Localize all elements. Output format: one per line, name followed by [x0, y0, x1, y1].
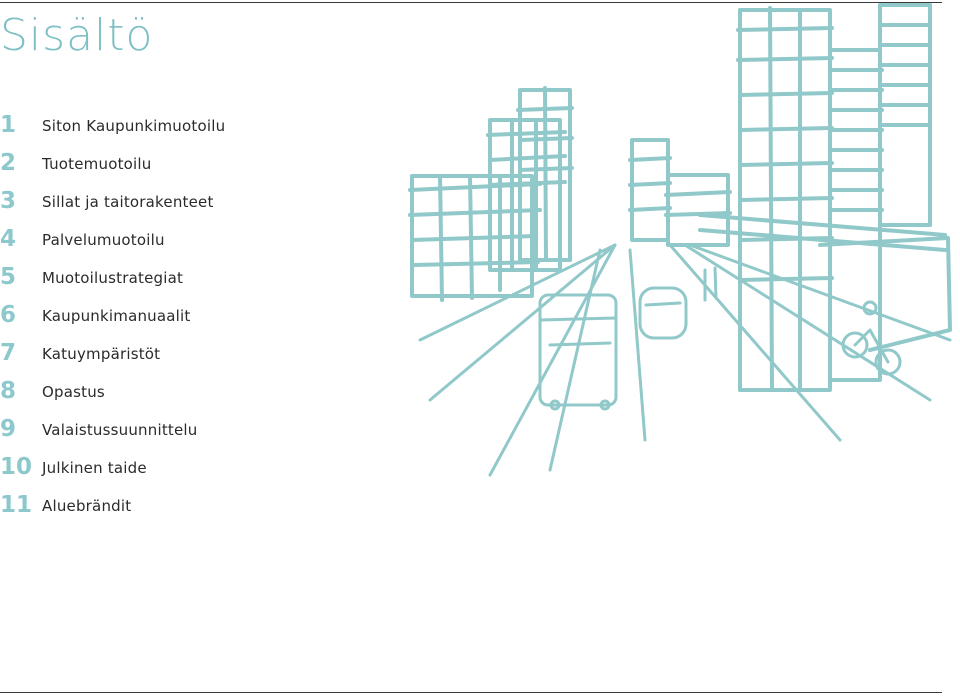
toc-number: 3 — [0, 188, 17, 214]
toc-label[interactable]: Kaupunkimanuaalit — [42, 306, 190, 326]
toc-label[interactable]: Aluebrändit — [42, 496, 131, 516]
toc-label[interactable]: Tuotemuotoilu — [42, 154, 151, 174]
toc-number: 8 — [0, 378, 17, 404]
bottom-rule — [0, 692, 942, 693]
toc-item[interactable]: 5 Muotoilustrategiat — [0, 262, 380, 300]
toc-item[interactable]: 11 Aluebrändit — [0, 490, 380, 528]
toc-number: 7 — [0, 340, 17, 366]
toc-number: 11 — [0, 492, 33, 518]
toc-number: 2 — [0, 150, 17, 176]
toc-number: 1 — [0, 112, 17, 138]
toc-item[interactable]: 7 Katuympäristöt — [0, 338, 380, 376]
toc-item[interactable]: 1 Siton Kaupunkimuotoilu — [0, 110, 380, 148]
toc-number: 10 — [0, 454, 33, 480]
page-title: Sisältö — [0, 10, 154, 61]
toc-item[interactable]: 3 Sillat ja taitorakenteet — [0, 186, 380, 224]
toc-item[interactable]: 2 Tuotemuotoilu — [0, 148, 380, 186]
toc-item[interactable]: 6 Kaupunkimanuaalit — [0, 300, 380, 338]
toc-item[interactable]: 4 Palvelumuotoilu — [0, 224, 380, 262]
toc-label[interactable]: Siton Kaupunkimuotoilu — [42, 116, 225, 136]
toc-item[interactable]: 10 Julkinen taide — [0, 452, 380, 490]
toc-label[interactable]: Valaistussuunnittelu — [42, 420, 198, 440]
toc-number: 4 — [0, 226, 17, 252]
city-street-sketch-icon — [408, 3, 952, 477]
toc-label[interactable]: Katuympäristöt — [42, 344, 160, 364]
toc-number: 6 — [0, 302, 17, 328]
toc-label[interactable]: Muotoilustrategiat — [42, 268, 183, 288]
table-of-contents: 1 Siton Kaupunkimuotoilu 2 Tuotemuotoilu… — [0, 110, 380, 528]
toc-label[interactable]: Julkinen taide — [42, 458, 147, 478]
toc-label[interactable]: Palvelumuotoilu — [42, 230, 165, 250]
toc-number: 5 — [0, 264, 17, 290]
toc-label[interactable]: Sillat ja taitorakenteet — [42, 192, 214, 212]
toc-item[interactable]: 8 Opastus — [0, 376, 380, 414]
toc-number: 9 — [0, 416, 17, 442]
toc-item[interactable]: 9 Valaistussuunnittelu — [0, 414, 380, 452]
toc-label[interactable]: Opastus — [42, 382, 105, 402]
